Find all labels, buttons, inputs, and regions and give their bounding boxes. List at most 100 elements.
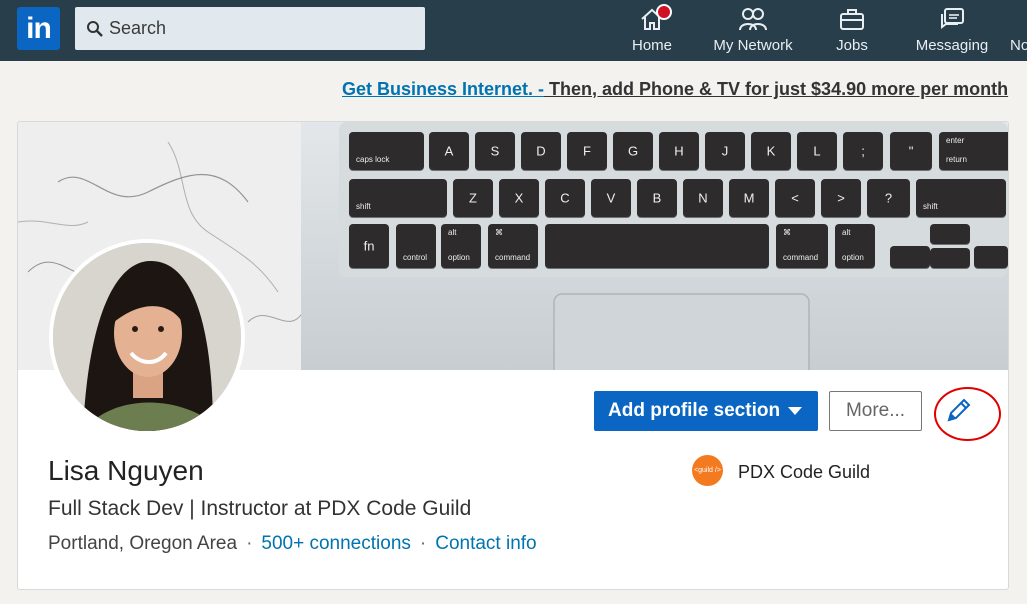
nav-messaging-label: Messaging	[915, 37, 989, 54]
arrow-key	[930, 224, 970, 244]
keyboard-key-sublabel: alt	[448, 228, 457, 237]
keyboard-key: option alt	[835, 224, 875, 268]
keyboard-key: A	[429, 132, 469, 170]
keyboard-key: X	[499, 179, 539, 217]
avatar[interactable]	[49, 239, 245, 435]
keyboard-key: option alt	[441, 224, 481, 268]
keyboard-key: F	[567, 132, 607, 170]
ad-text[interactable]: Then, add Phone & TV for just $34.90 mor…	[544, 79, 1008, 99]
pencil-icon[interactable]	[945, 396, 973, 424]
nav-messaging[interactable]: Messaging	[912, 0, 992, 61]
keyboard-key-sublabel: ⌘	[495, 228, 503, 237]
keyboard-key: shift	[349, 179, 447, 217]
keyboard-key: >	[821, 179, 861, 217]
nav-home-label: Home	[631, 37, 672, 54]
keyboard-key-label: H	[674, 143, 684, 159]
keyboard-key: ;	[843, 132, 883, 170]
nav-jobs-label: Jobs	[836, 37, 868, 54]
arrow-key	[930, 248, 970, 268]
nav-home[interactable]: Home	[620, 0, 684, 61]
keyboard-key-label: >	[837, 190, 845, 206]
keyboard-key-label: control	[403, 253, 428, 262]
notification-badge	[656, 4, 672, 20]
keyboard-key-label: A	[444, 143, 454, 159]
keyboard-key: command ⌘	[488, 224, 538, 268]
ad-link[interactable]: Get Business Internet. -	[342, 79, 544, 99]
keyboard-key: L	[797, 132, 837, 170]
briefcase-icon	[840, 9, 864, 30]
keyboard-key: command ⌘	[776, 224, 828, 268]
keyboard-key: <	[775, 179, 815, 217]
search-box[interactable]	[75, 7, 425, 50]
keyboard-key-label: L	[813, 143, 821, 159]
keyboard-key-label: M	[743, 190, 755, 206]
keyboard-key-label: ?	[884, 190, 893, 206]
keyboard-key-label: D	[536, 143, 546, 159]
keyboard-key: N	[683, 179, 723, 217]
keyboard-key	[545, 224, 769, 268]
separator-dot: ·	[419, 533, 427, 554]
nav-jobs[interactable]: Jobs	[822, 0, 882, 61]
keyboard-key-label: shift	[356, 202, 371, 211]
keyboard-key-label: X	[514, 190, 524, 206]
keyboard-key-label: ;	[861, 143, 865, 159]
keyboard-key-label: shift	[923, 202, 938, 211]
keyboard-key: K	[751, 132, 791, 170]
profile-photo	[53, 243, 241, 431]
keyboard-key-label: J	[721, 143, 729, 159]
nav-notifications-label: No	[1010, 37, 1027, 54]
contact-info-link[interactable]: Contact info	[435, 533, 536, 554]
keyboard-key: C	[545, 179, 585, 217]
keyboard-key-label: F	[583, 143, 591, 159]
profile-meta: Portland, Oregon Area · 500+ connections · C…	[48, 533, 537, 555]
keyboard-key-label: command	[495, 253, 531, 262]
keyboard-key: J	[705, 132, 745, 170]
add-profile-section-label: Add profile section	[608, 400, 781, 421]
arrow-key	[890, 246, 930, 268]
keyboard-key: S	[475, 132, 515, 170]
profile-headline: Full Stack Dev | Instructor at PDX Code …	[48, 497, 472, 520]
keyboard-key-label: C	[560, 190, 570, 206]
nav-notifications[interactable]: No	[1008, 0, 1027, 61]
linkedin-logo[interactable]: in	[17, 7, 60, 50]
keyboard-key-sublabel: ⌘	[783, 228, 791, 237]
keyboard-key: shift	[916, 179, 1006, 217]
keyboard-key: caps lock	[349, 132, 424, 170]
keyboard-key-label: option	[842, 253, 864, 262]
keyboard-key-label: V	[606, 190, 616, 206]
keyboard-key: ?	[867, 179, 910, 217]
search-input[interactable]	[109, 7, 409, 50]
separator-dot: ·	[246, 533, 253, 554]
keyboard-key: V	[591, 179, 631, 217]
keyboard-key-sublabel: enter	[946, 136, 965, 145]
more-button[interactable]: More...	[829, 391, 922, 431]
keyboard-key: H	[659, 132, 699, 170]
network-icon	[739, 8, 767, 31]
keyboard-key: "	[890, 132, 932, 170]
ad-banner: Get Business Internet. - Then, add Phone…	[342, 79, 1008, 100]
keyboard-key: G	[613, 132, 653, 170]
keyboard-key-label: fn	[363, 238, 375, 254]
keyboard-key-label: Z	[469, 190, 477, 206]
add-profile-section-button[interactable]: Add profile section	[594, 391, 818, 431]
arrow-key	[974, 246, 1008, 268]
connections-link[interactable]: 500+ connections	[261, 533, 410, 554]
search-icon	[87, 21, 103, 37]
keyboard-key: return enter	[939, 132, 1008, 170]
messaging-icon	[941, 8, 964, 29]
top-nav: in Home My Network Jobs	[0, 0, 1027, 61]
nav-my-network-label: My Network	[713, 37, 793, 54]
keyboard-key-label: command	[783, 253, 819, 262]
nav-my-network[interactable]: My Network	[705, 0, 801, 61]
keyboard-key: Z	[453, 179, 493, 217]
keyboard-key-sublabel: alt	[842, 228, 851, 237]
keyboard-key: D	[521, 132, 561, 170]
keyboard-key-label: "	[908, 143, 914, 159]
caret-down-icon	[788, 407, 802, 415]
keyboard-key-label: N	[698, 190, 708, 206]
profile-location: Portland, Oregon Area	[48, 533, 238, 554]
profile-card: caps lock A S D F G H J K L; " return enter shift Z X C V…	[17, 121, 1009, 590]
keyboard-key-label: S	[490, 143, 500, 159]
keyboard-key-label: caps lock	[356, 155, 390, 164]
keyboard-key: control	[396, 224, 436, 268]
